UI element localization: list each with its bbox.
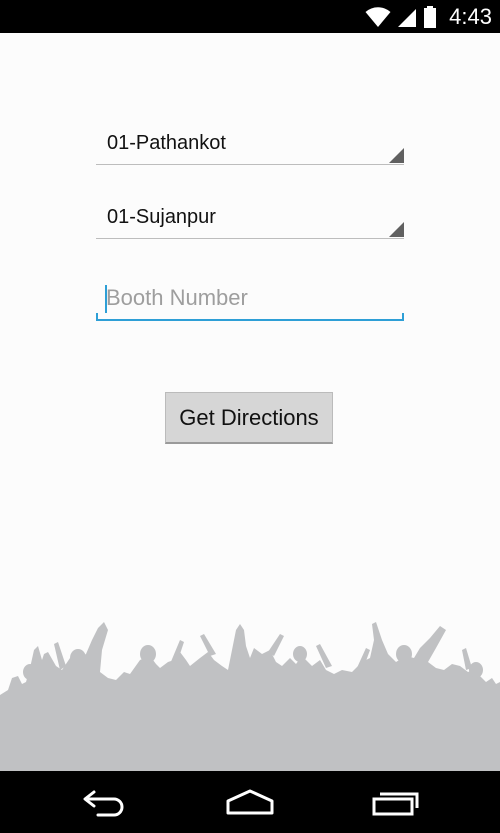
status-bar: 4:43	[0, 0, 500, 33]
home-button[interactable]	[200, 771, 300, 833]
booth-number-field	[96, 279, 404, 321]
recents-icon	[372, 792, 419, 816]
back-icon	[83, 790, 124, 817]
battery-icon	[424, 5, 437, 28]
spinner-arrow-icon	[389, 148, 404, 163]
main-content: 01-Pathankot 01-Sujanpur Get Directions	[0, 33, 500, 771]
crowd-illustration	[0, 622, 500, 771]
status-icons: 4:43	[365, 0, 492, 33]
navigation-bar	[0, 771, 500, 833]
signal-icon	[398, 8, 417, 27]
district-spinner[interactable]: 01-Pathankot	[96, 130, 404, 165]
spinner-arrow-icon	[389, 222, 404, 237]
back-button[interactable]	[54, 771, 154, 833]
booth-number-input[interactable]	[106, 283, 396, 313]
wifi-icon	[365, 6, 391, 27]
constituency-spinner-value: 01-Sujanpur	[107, 206, 216, 228]
recents-button[interactable]	[346, 771, 446, 833]
status-clock: 4:43	[449, 3, 492, 29]
get-directions-button[interactable]: Get Directions	[165, 392, 333, 444]
constituency-spinner[interactable]: 01-Sujanpur	[96, 204, 404, 239]
district-spinner-value: 01-Pathankot	[107, 132, 226, 154]
home-icon	[226, 789, 274, 815]
